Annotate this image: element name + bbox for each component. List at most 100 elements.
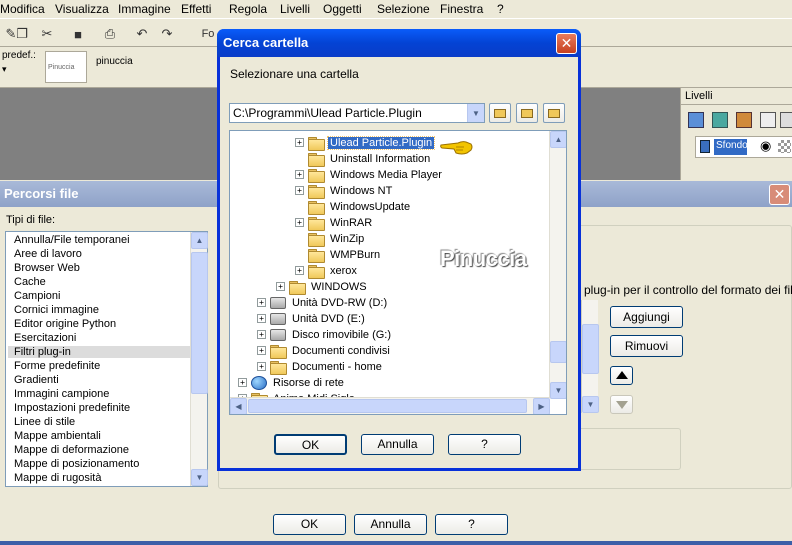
- expand-icon[interactable]: +: [257, 298, 266, 307]
- tree-vertical-scrollbar[interactable]: ▲ ▼: [549, 131, 566, 399]
- expand-icon[interactable]: +: [238, 378, 247, 387]
- preset-thumbnail[interactable]: Pinuccia: [45, 51, 87, 83]
- list-item[interactable]: Forme predefinite: [14, 360, 100, 372]
- remove-button[interactable]: Rimuovi: [610, 335, 683, 357]
- save-icon[interactable]: ■: [67, 23, 89, 45]
- menu-visualizza[interactable]: Visualizza: [55, 2, 109, 16]
- path-combobox[interactable]: C:\Programmi\Ulead Particle.Plugin ▼: [229, 103, 485, 123]
- delete-layer-icon[interactable]: [780, 112, 792, 128]
- list-item[interactable]: Impostazioni predefinite: [14, 402, 130, 414]
- expand-icon[interactable]: +: [295, 186, 304, 195]
- cc-help-button[interactable]: ?: [448, 434, 521, 455]
- expand-icon[interactable]: +: [257, 346, 266, 355]
- tree-node-selected[interactable]: + Ulead Particle.Plugin: [295, 135, 436, 151]
- tree-node[interactable]: + Documenti condivisi: [257, 343, 392, 359]
- tree-node[interactable]: WinZip: [295, 231, 366, 247]
- list-item[interactable]: Cache: [14, 276, 46, 288]
- tree-node[interactable]: Uninstall Information: [295, 151, 432, 167]
- tree-scroll-up-icon[interactable]: ▲: [550, 131, 566, 148]
- list-item[interactable]: Esercitazioni: [14, 332, 76, 344]
- expand-icon[interactable]: +: [257, 314, 266, 323]
- list-item[interactable]: Browser Web: [14, 262, 80, 274]
- list-item[interactable]: Campioni: [14, 290, 60, 302]
- copy-icon[interactable]: ❐: [11, 23, 33, 45]
- file-types-list[interactable]: Annulla/File temporanei Aree di lavoro B…: [5, 231, 208, 487]
- pf-cancel-button[interactable]: Annulla: [354, 514, 427, 535]
- print-icon[interactable]: ⎙: [99, 23, 121, 45]
- expand-icon[interactable]: +: [276, 282, 285, 291]
- tree-node[interactable]: + Windows NT: [295, 183, 394, 199]
- list-item[interactable]: Mappe di deformazione: [14, 444, 129, 456]
- scroll-down-icon[interactable]: ▼: [191, 469, 208, 486]
- move-up-button[interactable]: [610, 366, 633, 385]
- folder-tree[interactable]: + Ulead Particle.Plugin Uninstall Informat…: [229, 130, 567, 415]
- scroll-up-icon[interactable]: ▲: [191, 232, 208, 249]
- cut-icon[interactable]: ✂: [36, 23, 58, 45]
- combo-dropdown-icon[interactable]: ▼: [467, 104, 484, 122]
- tree-node[interactable]: + Risorse di rete: [238, 375, 346, 390]
- expand-icon[interactable]: +: [295, 218, 304, 227]
- pf-ok-button[interactable]: OK: [273, 514, 346, 535]
- tree-scroll-left-icon[interactable]: ◀: [230, 398, 247, 414]
- menu-regola[interactable]: Regola: [229, 2, 267, 16]
- tree-node[interactable]: + Unità DVD (E:): [257, 311, 367, 326]
- tree-node[interactable]: WindowsUpdate: [295, 199, 412, 215]
- tree-node[interactable]: + Unità DVD-RW (D:): [257, 295, 389, 310]
- list-item-selected[interactable]: Filtri plug-in: [8, 346, 190, 358]
- tree-horizontal-scrollbar[interactable]: ◀ ▶: [230, 397, 550, 414]
- list-item[interactable]: Aree di lavoro: [14, 248, 82, 260]
- menu-effetti[interactable]: Effetti: [181, 2, 211, 16]
- list-item[interactable]: Editor origine Python: [14, 318, 116, 330]
- undo-icon[interactable]: ↶: [131, 23, 153, 45]
- folder-view-button[interactable]: [543, 103, 565, 123]
- tree-hscroll-thumb[interactable]: [248, 399, 527, 413]
- new-layer-icon[interactable]: [688, 112, 704, 128]
- pf-help-button[interactable]: ?: [435, 514, 508, 535]
- paths-scroll-thumb[interactable]: [582, 324, 599, 374]
- cc-cancel-button[interactable]: Annulla: [361, 434, 434, 455]
- move-down-button[interactable]: [610, 395, 633, 414]
- percorsi-file-close-icon[interactable]: ✕: [769, 184, 790, 205]
- expand-icon[interactable]: +: [257, 362, 266, 371]
- font-button[interactable]: Fo: [197, 23, 219, 45]
- expand-icon[interactable]: +: [295, 266, 304, 275]
- new-folder-button[interactable]: [516, 103, 538, 123]
- menu-livelli[interactable]: Livelli: [280, 2, 310, 16]
- tree-scroll-right-icon[interactable]: ▶: [533, 398, 550, 414]
- expand-icon[interactable]: +: [295, 170, 304, 179]
- menu-modifica[interactable]: Modifica: [0, 2, 45, 16]
- tree-node[interactable]: + Documenti - home: [257, 359, 384, 375]
- tree-node[interactable]: WMPBurn: [295, 247, 382, 263]
- cerca-cartella-close-icon[interactable]: ✕: [556, 33, 577, 54]
- list-item[interactable]: Mappe ambientali: [14, 430, 101, 442]
- tree-node[interactable]: + xerox: [295, 263, 359, 279]
- paths-scroll-down-icon[interactable]: ▼: [582, 396, 599, 413]
- tree-scroll-down-icon[interactable]: ▼: [550, 382, 566, 399]
- menu-help[interactable]: ?: [497, 2, 504, 16]
- tree-node[interactable]: + Windows Media Player: [295, 167, 444, 183]
- expand-icon[interactable]: +: [257, 330, 266, 339]
- eye-icon[interactable]: ◉: [760, 138, 771, 154]
- preset-dropdown-icon[interactable]: ▾: [2, 64, 16, 76]
- tree-node[interactable]: + Disco rimovibile (G:): [257, 327, 393, 342]
- layer-row[interactable]: Sfondo ◉: [695, 136, 792, 158]
- scroll-thumb[interactable]: [191, 252, 208, 394]
- tree-node[interactable]: + WinRAR: [295, 215, 374, 231]
- layer-props-icon[interactable]: [760, 112, 776, 128]
- paths-scrollbar[interactable]: ▼: [581, 300, 599, 413]
- cc-ok-button[interactable]: OK: [274, 434, 347, 455]
- menu-immagine[interactable]: Immagine: [118, 2, 171, 16]
- file-types-scrollbar[interactable]: ▲ ▼: [190, 232, 208, 486]
- list-item[interactable]: Mappe di posizionamento: [14, 458, 139, 470]
- list-item[interactable]: Immagini campione: [14, 388, 109, 400]
- list-item[interactable]: Mappe di rugosità: [14, 472, 101, 484]
- list-item[interactable]: Linee di stile: [14, 416, 75, 428]
- menu-finestra[interactable]: Finestra: [440, 2, 483, 16]
- menu-selezione[interactable]: Selezione: [377, 2, 430, 16]
- redo-icon[interactable]: ↷: [156, 23, 178, 45]
- mask-layer-icon[interactable]: [736, 112, 752, 128]
- menu-oggetti[interactable]: Oggetti: [323, 2, 362, 16]
- add-button[interactable]: Aggiungi: [610, 306, 683, 328]
- tree-scroll-thumb[interactable]: [550, 341, 566, 363]
- list-item[interactable]: Cornici immagine: [14, 304, 99, 316]
